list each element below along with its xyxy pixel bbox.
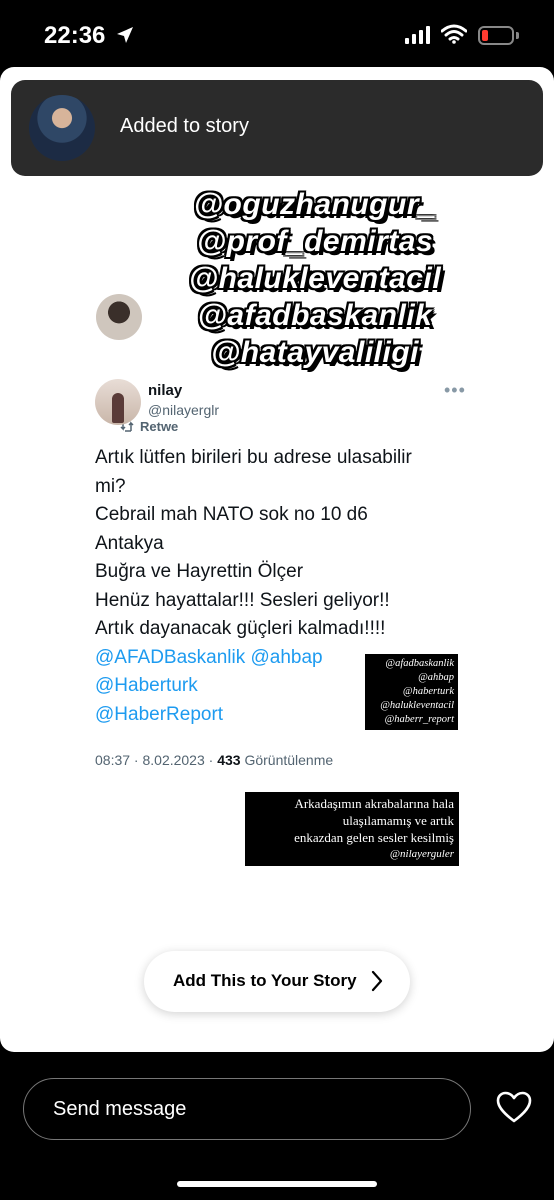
tweet-line: Antakya — [95, 532, 164, 554]
sticker-mention: @haberturk — [402, 686, 454, 697]
note-line: ulaşılamamış ve artık — [342, 813, 454, 828]
status-time: 22:36 — [44, 22, 106, 49]
home-indicator[interactable] — [177, 1181, 377, 1187]
sticker-mention: @afadbaskanlik — [385, 658, 454, 669]
note-handle: @nilayerguler — [389, 848, 454, 860]
mentions-sticker: @afadbaskanlik @ahbap @haberturk @halukl… — [365, 654, 458, 730]
tweet-avatar — [95, 379, 141, 425]
send-message-input[interactable]: Send message — [23, 1078, 471, 1140]
tweet-author-name: nilay — [148, 382, 183, 399]
sticker-mention: @ahbap — [418, 672, 454, 683]
battery-icon — [478, 26, 514, 45]
tweet-line: Cebrail mah NATO sok no 10 d6 — [95, 504, 368, 525]
tweet-views-label: Görüntülenme — [240, 752, 334, 768]
background-avatar — [96, 294, 142, 340]
note-line: enkazdan gelen sesler kesilmiş — [294, 830, 454, 845]
tweet-line: Buğra ve Hayrettin Ölçer — [95, 561, 304, 582]
sticker-mention: @halukleventacil — [380, 700, 454, 711]
tweet-view-count: 433 — [217, 752, 241, 768]
status-bar: 22:36 — [0, 0, 554, 70]
battery-cap — [516, 32, 519, 39]
toast-message: Added to story — [120, 115, 249, 137]
tweet-line: Henüz hayattalar!!! Sesleri geliyor!! — [95, 589, 390, 611]
wifi-icon — [440, 24, 468, 49]
sticker-mention: @haberr_report — [384, 714, 454, 725]
heart-icon[interactable] — [496, 1091, 532, 1128]
mention-tag: @oguzhanugur_ — [193, 188, 437, 221]
send-message-placeholder: Send message — [53, 1098, 187, 1120]
avatar — [29, 95, 95, 161]
tweet-timestamp: 08:37 · 8.02.2023 · — [95, 752, 218, 768]
mention-tag: @halukleventacil — [188, 262, 442, 295]
add-to-story-label: Add This to Your Story — [173, 971, 357, 990]
add-to-story-button[interactable]: Add This to Your Story — [144, 951, 410, 1012]
tweet-line: Artık lütfen birileri bu adrese ulasabil… — [95, 447, 412, 468]
mention-tag: @afadbaskanlik — [197, 299, 433, 332]
note-sticker: Arkadaşımın akrabalarına hala ulaşılamam… — [245, 792, 459, 866]
more-options-icon: ••• — [444, 380, 466, 400]
tweet-meta: 08:37 · 8.02.2023 · 433 Görüntülenme — [95, 752, 333, 768]
added-to-story-toast: Added to story — [11, 80, 543, 176]
tweet-author-handle: @nilayerglr — [148, 402, 220, 418]
chevron-right-icon — [370, 969, 384, 998]
note-line: Arkadaşımın akrabalarına hala — [294, 796, 454, 811]
tweet-line: mi? — [95, 475, 126, 497]
mention-tag: @hatayvaliligi — [211, 336, 419, 369]
tweet-line: Artık dayanacak güçleri kalmadı!!!! — [95, 618, 386, 639]
mention-overlay: @oguzhanugur_ @prof_demirtas @halukleven… — [150, 186, 480, 371]
mention-tag: @prof_demirtas — [196, 225, 434, 258]
cellular-signal-icon — [405, 26, 431, 49]
location-arrow-icon — [116, 26, 134, 49]
